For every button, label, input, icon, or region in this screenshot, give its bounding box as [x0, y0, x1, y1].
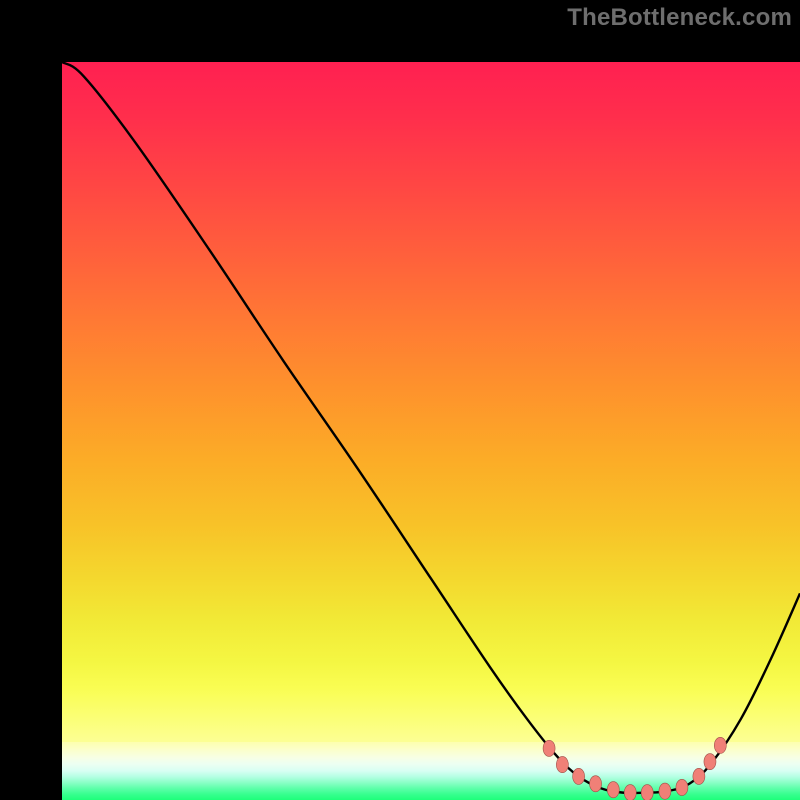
marker-dot: [714, 737, 726, 753]
curve-line: [62, 62, 800, 793]
marker-dot: [693, 768, 705, 784]
marker-dot: [556, 756, 568, 772]
marker-dot: [641, 785, 653, 800]
bottleneck-curve: [62, 62, 800, 800]
marker-dot: [624, 785, 636, 800]
marker-dot: [704, 754, 716, 770]
watermark-text: TheBottleneck.com: [567, 4, 792, 32]
marker-dot: [590, 776, 602, 792]
plot-area: [62, 62, 800, 800]
marker-dot: [543, 740, 555, 756]
marker-dot: [607, 782, 619, 798]
marker-dot: [659, 783, 671, 799]
chart-frame: [0, 0, 800, 800]
chart-stage: TheBottleneck.com: [0, 0, 800, 800]
marker-dot: [573, 768, 585, 784]
marker-dot: [676, 779, 688, 795]
